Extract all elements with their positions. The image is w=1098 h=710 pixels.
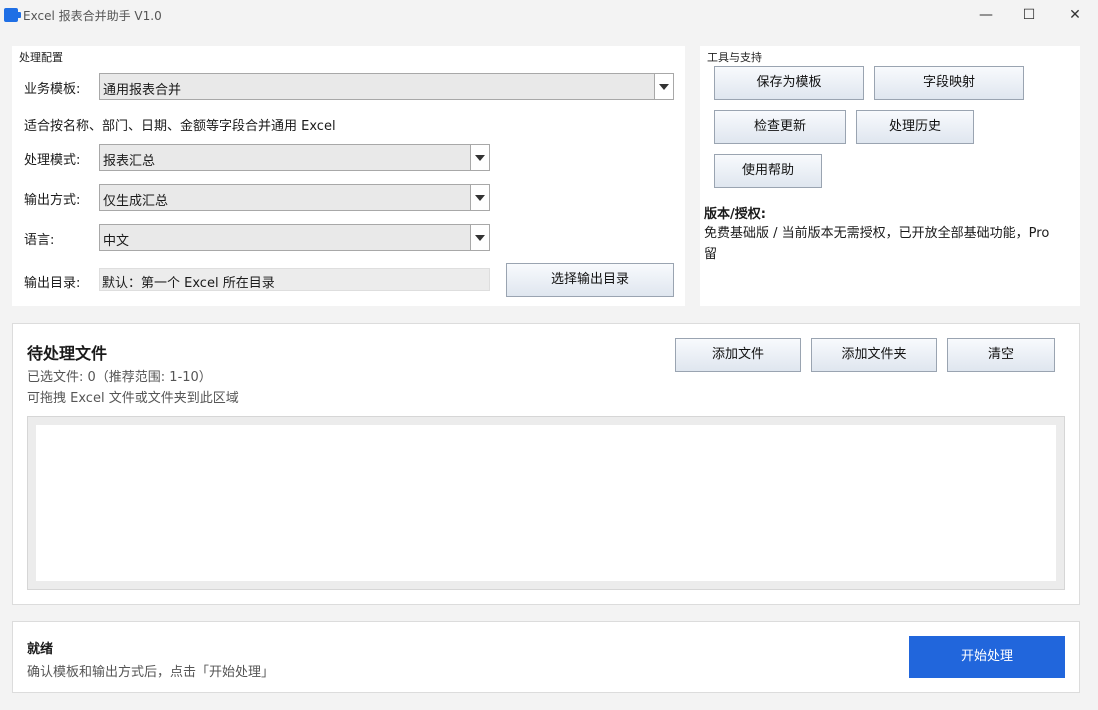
drag-hint-text: 可拖拽 Excel 文件或文件夹到此区域 — [27, 391, 239, 406]
files-title: 待处理文件 — [27, 344, 108, 363]
save-template-button[interactable]: 保存为模板 — [714, 66, 864, 100]
template-select-value: 通用报表合并 — [103, 83, 182, 98]
status-message: 确认模板和输出方式后，点击「开始处理」 — [27, 665, 275, 680]
mode-label: 处理模式: — [24, 153, 81, 168]
output-mode-label: 输出方式: — [24, 193, 81, 208]
check-update-button[interactable]: 检查更新 — [714, 110, 846, 144]
output-dir-field[interactable]: 默认：第一个 Excel 所在目录 — [99, 268, 490, 291]
minimize-button[interactable]: — — [963, 0, 1009, 30]
output-dir-value: 默认：第一个 Excel 所在目录 — [102, 276, 275, 291]
output-mode-select-value: 仅生成汇总 — [103, 194, 169, 209]
output-mode-select[interactable]: 仅生成汇总 — [99, 184, 490, 211]
app-icon — [4, 8, 21, 22]
license-text-line1: 免费基础版 / 当前版本无需授权，已开放全部基础功能，Pro — [704, 226, 1050, 241]
maximize-button[interactable]: ☐ — [1006, 0, 1052, 30]
add-folder-button[interactable]: 添加文件夹 — [811, 338, 937, 372]
add-files-button[interactable]: 添加文件 — [675, 338, 801, 372]
chevron-down-icon[interactable] — [654, 74, 673, 99]
license-text-area: 免费基础版 / 当前版本无需授权，已开放全部基础功能，Pro 留 — [704, 222, 1080, 262]
file-list[interactable] — [36, 425, 1056, 581]
language-label: 语言: — [24, 233, 55, 248]
mode-select-value: 报表汇总 — [103, 154, 156, 169]
config-group-title: 处理配置 — [19, 51, 63, 64]
file-drop-zone[interactable] — [27, 416, 1065, 590]
language-select[interactable]: 中文 — [99, 224, 490, 251]
chevron-down-icon[interactable] — [470, 145, 489, 170]
chevron-down-icon[interactable] — [470, 225, 489, 250]
template-select[interactable]: 通用报表合并 — [99, 73, 674, 100]
title-bar: Excel 报表合并助手 V1.0 — ☐ ✕ — [0, 0, 1098, 30]
field-mapping-button[interactable]: 字段映射 — [874, 66, 1024, 100]
license-title: 版本/授权: — [704, 207, 766, 222]
status-title: 就绪 — [27, 642, 54, 657]
close-button[interactable]: ✕ — [1052, 0, 1098, 30]
tools-group-title: 工具与支持 — [707, 51, 762, 64]
file-count-text: 已选文件: 0（推荐范围: 1-10） — [27, 370, 212, 385]
template-hint: 适合按名称、部门、日期、金额等字段合并通用 Excel — [24, 119, 336, 134]
clear-button[interactable]: 清空 — [947, 338, 1055, 372]
start-processing-button[interactable]: 开始处理 — [909, 636, 1065, 678]
license-text-line2: 留 — [704, 247, 718, 262]
window-title: Excel 报表合并助手 V1.0 — [23, 9, 162, 23]
template-label: 业务模板: — [24, 82, 81, 97]
output-dir-label: 输出目录: — [24, 276, 81, 291]
history-button[interactable]: 处理历史 — [856, 110, 974, 144]
help-button[interactable]: 使用帮助 — [714, 154, 822, 188]
language-select-value: 中文 — [103, 234, 130, 249]
mode-select[interactable]: 报表汇总 — [99, 144, 490, 171]
chevron-down-icon[interactable] — [470, 185, 489, 210]
choose-output-dir-button[interactable]: 选择输出目录 — [506, 263, 674, 297]
